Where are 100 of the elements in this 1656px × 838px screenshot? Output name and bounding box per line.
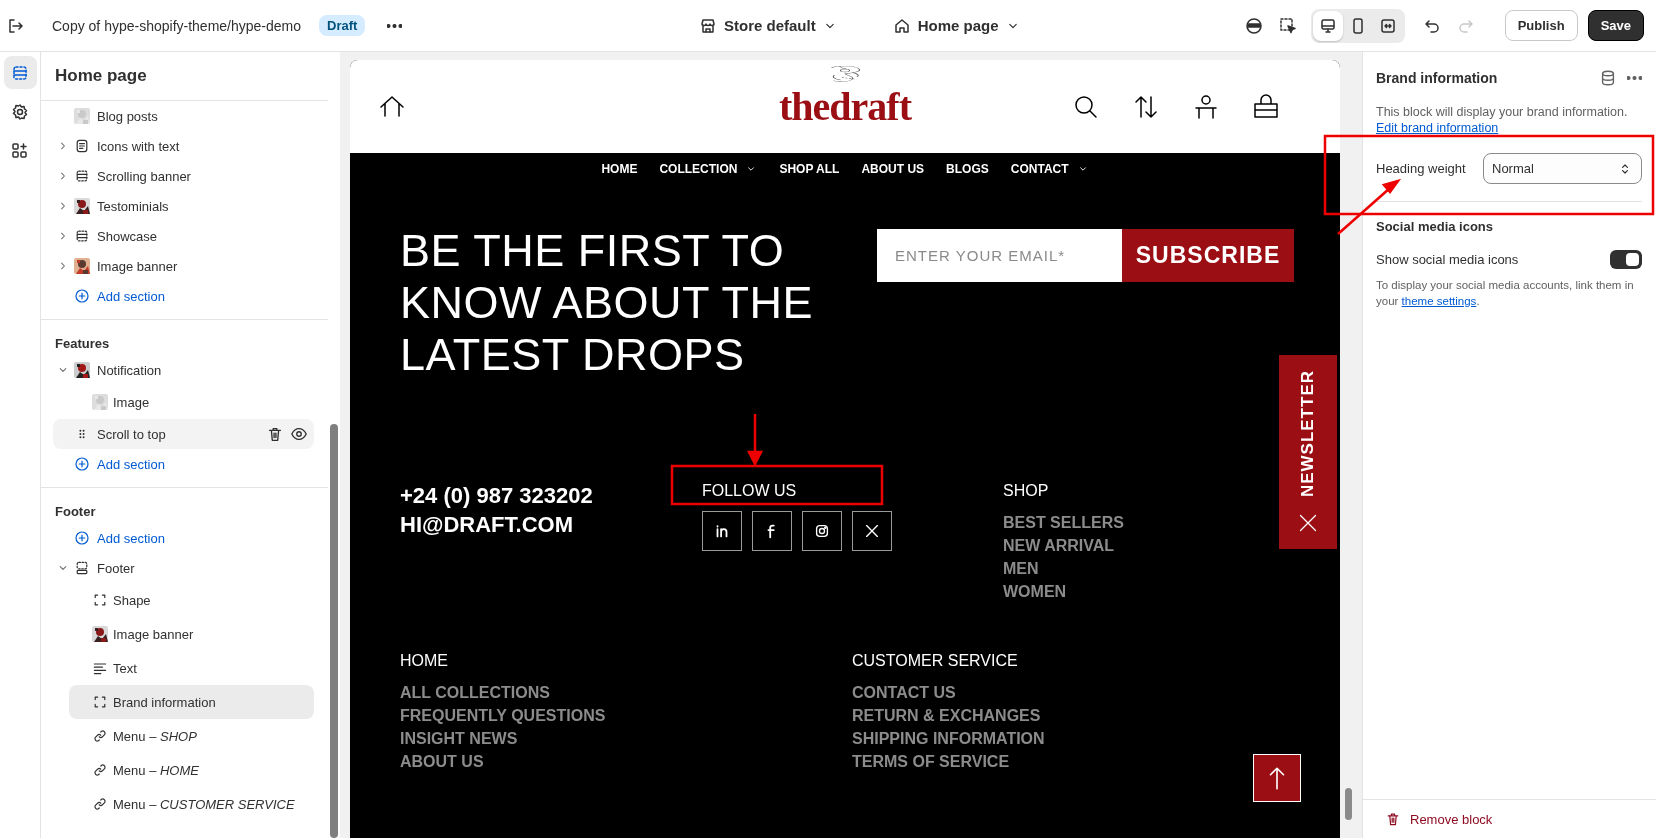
add-section-link[interactable]: Add section	[41, 449, 328, 479]
footer-link[interactable]: SHIPPING INFORMATION	[852, 727, 1340, 750]
column-heading: HOME	[400, 651, 449, 671]
frame-icon	[92, 694, 108, 710]
social-button[interactable]	[802, 511, 842, 551]
apps-icon	[10, 140, 30, 161]
section-item[interactable]: Image banner	[41, 617, 328, 651]
edit-link[interactable]: Edit brand information	[1376, 121, 1499, 135]
page-dropdown[interactable]: Home page	[885, 11, 1027, 40]
section-item[interactable]: Menu – SHOP	[41, 719, 328, 753]
newsletter-heading: BE THE FIRST TO KNOW ABOUT THE LATEST DROPS	[400, 225, 814, 381]
shopping-bag-icon[interactable]	[1252, 92, 1280, 121]
column-heading: FOLLOW US	[702, 481, 798, 501]
remove-block-button[interactable]: Remove block	[1385, 811, 1493, 827]
x-logo-icon	[863, 522, 881, 540]
group-title: Features	[54, 335, 111, 353]
description-text: This block will display your brand information. Edit brand information	[1376, 104, 1629, 136]
section-item[interactable]: Testominials	[41, 191, 328, 221]
help-text: To display your social media accounts, link them in your theme settings.	[1376, 278, 1635, 309]
logo-text[interactable]: thedraft	[779, 83, 911, 130]
account-icon[interactable]	[1192, 92, 1220, 121]
section-item[interactable]: Blog posts	[41, 101, 328, 131]
field-label: Heading weight	[1376, 161, 1466, 176]
footer-link[interactable]: TERMS OF SERVICE	[852, 750, 1340, 773]
nav-link[interactable]: ABOUT US	[861, 162, 925, 176]
section-item[interactable]: Menu – HOME	[41, 753, 328, 787]
trash-icon[interactable]	[266, 425, 284, 443]
section-item[interactable]: Footer	[41, 553, 328, 583]
instagram-icon	[813, 522, 831, 540]
heading-weight-select[interactable]: Normal	[1483, 153, 1642, 184]
layout-icon	[74, 228, 90, 244]
add-icon	[74, 530, 90, 546]
section-item[interactable]: Scroll to top	[53, 419, 314, 449]
section-heading: Social media icons	[1376, 219, 1495, 234]
add-section-link[interactable]: Add section	[41, 523, 328, 553]
close-icon	[1298, 513, 1318, 533]
contact-text: HI@DRAFT.COM	[400, 511, 574, 539]
group-title: Footer	[54, 503, 97, 521]
section-item[interactable]: Showcase	[41, 221, 328, 251]
toggle-label: Show social media icons	[1376, 252, 1519, 267]
link-icon	[92, 728, 108, 744]
view-mode-button[interactable]	[1312, 10, 1343, 41]
footer-link[interactable]: WOMEN	[1003, 580, 1340, 603]
section-item[interactable]: Text	[41, 651, 328, 685]
social-button[interactable]	[852, 511, 892, 551]
nav-link[interactable]: CONTACT	[1010, 162, 1089, 176]
more-icon[interactable]	[1627, 76, 1642, 80]
footer-link[interactable]: RETURN & EXCHANGES	[852, 704, 1340, 727]
select-cursor-icon	[1277, 15, 1298, 36]
add-section-link[interactable]: Add section	[41, 281, 328, 311]
footer-link[interactable]: ABOUT US	[400, 750, 852, 773]
contact-text: +24 (0) 987 323202	[400, 482, 594, 510]
text-lines-icon	[92, 660, 108, 676]
trash-icon	[1385, 811, 1401, 827]
link-icon	[92, 762, 108, 778]
footer-link[interactable]: MEN	[1003, 557, 1340, 580]
section-item[interactable]: Image banner	[41, 251, 328, 281]
database-icon[interactable]	[1599, 69, 1617, 87]
annotation-arrow	[746, 414, 764, 467]
nav-link[interactable]: COLLECTION	[659, 162, 758, 176]
publish-button[interactable]: Publish	[1504, 10, 1578, 41]
scrollbar-thumb[interactable]	[1345, 788, 1352, 820]
nav-link[interactable]: BLOGS	[946, 162, 989, 176]
sections-tab[interactable]	[3, 56, 37, 89]
frame-icon	[92, 592, 108, 608]
section-item[interactable]: Shape	[41, 583, 328, 617]
add-icon	[74, 288, 90, 304]
status-badge: Draft	[319, 15, 366, 36]
section-item[interactable]: Brand information	[69, 685, 314, 719]
section-item[interactable]: Scrolling banner	[41, 161, 328, 191]
more-icon	[386, 23, 402, 28]
section-item[interactable]: Image	[41, 385, 328, 419]
save-button[interactable]: Save	[1587, 10, 1644, 41]
column-heading: CUSTOMER SERVICE	[852, 651, 1019, 671]
mask-icon	[1243, 15, 1264, 36]
social-button[interactable]	[752, 511, 792, 551]
layout-icon	[74, 168, 90, 184]
newsletter-tab[interactable]: NEWSLETTER	[1279, 355, 1337, 549]
section-item[interactable]: Icons with text	[41, 131, 328, 161]
scrollbar-thumb[interactable]	[330, 424, 338, 838]
section-item[interactable]: Notification	[41, 355, 328, 385]
panel-title: Brand information	[1376, 70, 1498, 86]
nav-link[interactable]: HOME	[601, 162, 638, 176]
footer-link[interactable]: FREQUENTLY QUESTIONS	[400, 704, 852, 727]
footer-link[interactable]: ALL COLLECTIONS	[400, 681, 852, 704]
toggle-switch[interactable]	[1610, 250, 1642, 269]
subscribe-button[interactable]: SUBSCRIBE	[1122, 229, 1294, 282]
document-list-icon	[74, 138, 90, 154]
social-button[interactable]	[702, 511, 742, 551]
footer-link[interactable]: INSIGHT NEWS	[400, 727, 852, 750]
section-item[interactable]: Menu – CUSTOMER SERVICE	[41, 787, 328, 821]
add-icon	[74, 456, 90, 472]
store-dropdown[interactable]: Store default	[692, 11, 844, 40]
footer-link[interactable]: CONTACT US	[852, 681, 1340, 704]
settings-icon	[10, 101, 30, 122]
email-field[interactable]: ENTER YOUR EMAIL*	[877, 229, 1122, 282]
nav-link[interactable]: SHOP ALL	[779, 162, 840, 176]
scroll-to-top-button[interactable]	[1253, 754, 1301, 802]
eye-icon[interactable]	[290, 425, 308, 443]
theme-title: Copy of hype-shopify-theme/hype-demo	[52, 17, 302, 34]
